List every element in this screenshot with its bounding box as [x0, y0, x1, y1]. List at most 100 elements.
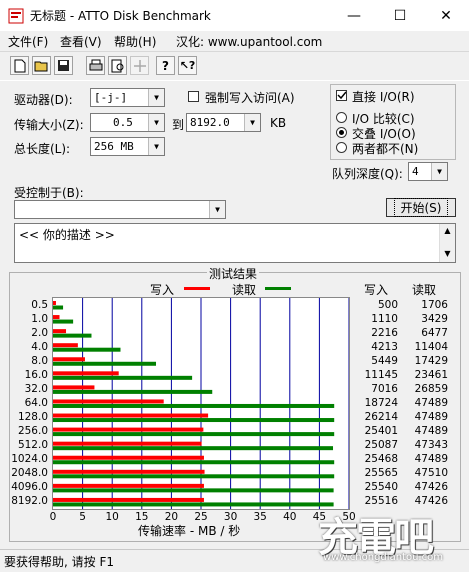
transfer-from-value: 0.5 [113, 116, 133, 129]
write-value: 25540 [364, 481, 398, 494]
read-bar [53, 418, 335, 423]
description-scrollbar[interactable]: ▲ ▼ [439, 224, 455, 262]
chevron-down-icon[interactable]: ▼ [148, 138, 164, 155]
read-bar [53, 389, 213, 394]
read-bar [53, 460, 335, 465]
write-bar [53, 329, 67, 334]
write-value: 4213 [371, 340, 398, 353]
queue-depth-label: 队列深度(Q): [332, 167, 403, 181]
window-title: 无标题 - ATTO Disk Benchmark [30, 9, 211, 23]
read-bar [53, 488, 334, 493]
write-bar [53, 315, 60, 320]
write-bar [53, 301, 56, 305]
close-button[interactable]: ✕ [423, 0, 469, 31]
chevron-down-icon[interactable]: ▼ [209, 201, 225, 218]
read-value: 3429 [421, 312, 448, 325]
row-label: 256.0 [17, 425, 48, 438]
legend-write-label: 写入 [150, 283, 175, 297]
title-bar: 无标题 - ATTO Disk Benchmark — ☐ ✕ [0, 0, 469, 32]
chevron-down-icon[interactable]: ▼ [431, 163, 447, 180]
write-bar [53, 469, 205, 474]
read-value: 6477 [421, 326, 448, 339]
controlled-by-select[interactable]: ▼ [14, 200, 226, 219]
x-tick-label: 5 [79, 511, 86, 523]
write-bar [53, 343, 78, 348]
legend-write-swatch [184, 287, 210, 290]
total-length-label: 总长度(L): [14, 142, 71, 156]
x-axis-label: 传输速率 - MB / 秒 [138, 524, 241, 538]
total-length-value: 256 MB [94, 140, 134, 153]
read-bar [53, 432, 335, 437]
write-bar [53, 413, 209, 418]
write-value: 25087 [364, 439, 398, 452]
read-bar [53, 319, 74, 324]
chevron-down-icon[interactable]: ▼ [148, 114, 164, 131]
direct-io-checkbox[interactable] [336, 90, 347, 101]
chevron-down-icon[interactable]: ▼ [244, 114, 260, 131]
x-tick-label: 10 [105, 511, 119, 523]
about-icon[interactable]: ? [156, 56, 175, 75]
drive-select[interactable]: [-j-] ▼ [90, 88, 165, 107]
new-icon[interactable] [10, 56, 29, 75]
row-label: 64.0 [24, 396, 48, 409]
direct-io-label: 直接 I/O(R) [352, 90, 415, 104]
app-icon [8, 8, 24, 24]
write-value: 500 [377, 298, 398, 311]
force-write-checkbox[interactable] [188, 91, 199, 102]
print-preview-icon[interactable] [108, 56, 127, 75]
read-bar [53, 403, 335, 408]
context-help-icon[interactable]: ↖? [178, 56, 197, 75]
write-bar [53, 399, 164, 404]
minimize-button[interactable]: — [331, 0, 377, 31]
row-label: 4.0 [31, 340, 48, 353]
transfer-to-select[interactable]: 8192.0 ▼ [186, 113, 261, 132]
move-icon [130, 56, 149, 75]
start-button[interactable]: 开始(S) [386, 198, 456, 217]
row-label: 8192.0 [11, 495, 48, 508]
read-bar [53, 333, 92, 338]
menu-file[interactable]: 文件(F) [8, 33, 48, 50]
read-value: 1706 [421, 298, 448, 311]
menu-view[interactable]: 查看(V) [60, 33, 102, 50]
watermark-url: www.chongdiantou.com [323, 552, 443, 563]
read-value: 47489 [414, 425, 448, 438]
write-bar [53, 483, 204, 488]
row-label: 2048.0 [11, 467, 48, 480]
save-icon[interactable] [54, 56, 73, 75]
open-icon[interactable] [32, 56, 51, 75]
row-label: 16.0 [24, 368, 48, 381]
total-length-select[interactable]: 256 MB ▼ [90, 137, 165, 156]
queue-depth-select[interactable]: 4 ▼ [408, 162, 448, 181]
write-value: 11145 [364, 368, 398, 381]
write-value: 5449 [371, 354, 398, 367]
write-bar [53, 441, 202, 446]
legend-read-label: 读取 [232, 283, 257, 297]
io-compare-radio[interactable] [336, 112, 347, 123]
maximize-button[interactable]: ☐ [377, 0, 423, 31]
to-label: 到 [172, 118, 185, 132]
write-bar [53, 357, 85, 362]
chevron-down-icon[interactable]: ▼ [148, 89, 164, 106]
description-textarea[interactable]: << 你的描述 >> ▲ ▼ [14, 223, 456, 263]
neither-radio[interactable] [336, 142, 347, 153]
row-label: 32.0 [24, 382, 48, 395]
toolbar: ? ↖? [0, 51, 469, 81]
menu-localization[interactable]: 汉化: www.upantool.com [176, 33, 322, 50]
read-value: 47343 [414, 439, 448, 452]
transfer-to-value: 8192.0 [190, 116, 230, 129]
column-header-write: 写入 [364, 283, 389, 297]
results-title: 测试结果 [207, 265, 260, 282]
read-bar [53, 305, 64, 310]
transfer-from-select[interactable]: 0.5 ▼ [90, 113, 165, 132]
print-icon[interactable] [86, 56, 105, 75]
queue-depth-value: 4 [412, 165, 419, 178]
read-value: 11404 [414, 340, 448, 353]
write-value: 2216 [371, 326, 398, 339]
row-label: 8.0 [31, 354, 48, 367]
menu-help[interactable]: 帮助(H) [114, 33, 156, 50]
overlap-io-radio[interactable] [336, 127, 347, 138]
read-bar [53, 375, 193, 380]
write-bar [53, 385, 95, 390]
menu-bar: 文件(F) 查看(V) 帮助(H) 汉化: www.upantool.com [0, 31, 469, 51]
chart-plot-area [52, 297, 350, 510]
